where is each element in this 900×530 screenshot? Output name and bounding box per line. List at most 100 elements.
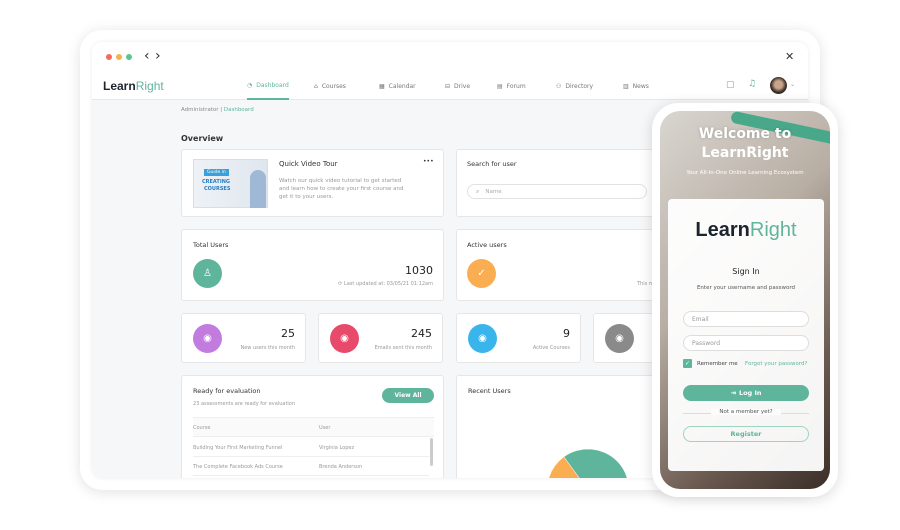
active-users-card: Active users ✓ This m (456, 229, 676, 301)
nav-label: Directory (565, 82, 594, 90)
breadcrumb-root[interactable]: Administrator (181, 107, 219, 113)
nav-drive[interactable]: ⊟ Drive (445, 72, 470, 100)
welcome-heading: Welcome to (698, 126, 792, 142)
page-title: Overview (181, 134, 224, 143)
breadcrumb-current: Dashboard (223, 107, 254, 113)
course-cell: The Complete Facebook Ads Course (193, 464, 283, 470)
breadcrumb: Administrator | Dashboard (181, 107, 254, 113)
card-title: Ready for evaluation (193, 387, 261, 395)
login-button[interactable]: ⇥ Log In (683, 385, 809, 401)
window-titlebar: ‹ › ✕ (92, 42, 808, 72)
logo-learn: Learn (695, 219, 750, 241)
avatar[interactable] (770, 77, 787, 94)
brand-logo[interactable]: LearnRight (103, 79, 164, 93)
maximize-dot[interactable] (126, 54, 132, 60)
minimize-dot[interactable] (116, 54, 122, 60)
directory-icon: ⚇ (556, 82, 562, 90)
not-member-text: Not a member yet? (711, 409, 781, 415)
course-cell: Building Your First Marketing Funnel (193, 445, 283, 451)
nav-directory[interactable]: ⚇ Directory (556, 72, 593, 100)
thumb-text: COURSES (204, 186, 231, 192)
column-course[interactable]: Course (193, 425, 210, 431)
thumb-text: CREATING (202, 179, 230, 185)
card-subtitle: 23 assessments are ready for evaluation (193, 401, 296, 407)
login-logo: LearnRight (668, 219, 824, 242)
forward-button[interactable]: › (155, 48, 161, 64)
stat-value: 9 (563, 327, 570, 340)
login-button-label: Log In (738, 389, 762, 397)
search-user-card: Search for user ⌕ Name (456, 149, 676, 217)
window-icon: ◉ (605, 324, 634, 353)
nav-forum[interactable]: ▤ Forum (497, 72, 526, 100)
remember-label: Remember me (697, 361, 738, 367)
chat-icon[interactable]: ▢ (726, 80, 735, 90)
last-updated: ⟳ Last updated at: 03/05/21 01:12am (338, 281, 433, 287)
table-row[interactable]: Building Your First Marketing Funnel Vir… (193, 438, 429, 457)
card-title: Total Users (193, 241, 229, 249)
forum-icon: ▤ (497, 82, 503, 90)
stat-card: ◉ 9 Active Courses (456, 313, 581, 363)
last-updated-text: Last updated at: 03/05/21 01:12am (343, 281, 433, 287)
search-input[interactable]: ⌕ Name (467, 184, 647, 199)
table-scrollbar[interactable] (430, 438, 433, 466)
login-icon: ⇥ (730, 389, 736, 397)
total-users-card: Total Users ♙ 1030 ⟳ Last updated at: 03… (181, 229, 444, 301)
nav-courses[interactable]: ⌂ Courses (314, 72, 346, 100)
bell-icon[interactable]: ♫ (748, 79, 756, 89)
stat-label: New users this month (240, 345, 295, 351)
user-cell: Brenda Anderson (319, 464, 363, 470)
chevron-down-icon[interactable]: ⌄ (790, 81, 795, 88)
refresh-icon[interactable]: ⟳ (338, 281, 342, 287)
nav-label: Courses (321, 82, 346, 90)
video-thumbnail[interactable]: Guide in CREATING COURSES (193, 159, 268, 208)
dashboard-icon: ◔ (247, 81, 253, 89)
login-screen: Welcome to LearnRight Your All-In-One On… (660, 111, 830, 489)
nav-calendar[interactable]: ▦ Calendar (379, 72, 416, 100)
pen-icon: ◉ (330, 324, 359, 353)
remember-checkbox[interactable]: ✓ (683, 359, 692, 368)
password-field[interactable]: Password (683, 335, 809, 351)
evaluation-card: Ready for evaluation 23 assessments are … (181, 375, 444, 478)
course-board-icon: ◉ (468, 324, 497, 353)
email-placeholder: Email (692, 315, 709, 323)
column-user[interactable]: User (319, 425, 330, 431)
sign-in-subtitle: Enter your username and password (696, 285, 796, 291)
drive-icon: ⊟ (445, 82, 451, 90)
close-dot[interactable] (106, 54, 112, 60)
search-title: Search for user (467, 160, 517, 168)
top-nav: LearnRight ◔ Dashboard ⌂ Courses ▦ Calendar ⊟ D… (92, 72, 808, 100)
nav-news[interactable]: ▥ News (623, 72, 649, 100)
more-options-button[interactable]: ••• (423, 158, 434, 165)
stat-card: ◉ 245 Emails sent this month (318, 313, 443, 363)
video-title: Quick Video Tour (279, 160, 338, 168)
nav-label: Calendar (388, 82, 416, 90)
email-field[interactable]: Email (683, 311, 809, 327)
total-users-value: 1030 (405, 264, 433, 277)
nav-label: Forum (506, 82, 526, 90)
user-cell: Virginia Lopez (319, 445, 355, 451)
check-circle-icon: ✓ (467, 259, 496, 288)
logo-right: Right (749, 219, 797, 241)
calendar-icon: ▦ (379, 82, 385, 90)
login-card: LearnRight Sign In Enter your username a… (668, 199, 824, 471)
table-row[interactable]: The Complete Facebook Ads Course Brenda … (193, 457, 429, 476)
close-button[interactable]: ✕ (785, 50, 794, 63)
nav-label: News (632, 82, 649, 90)
phone-frame: Welcome to LearnRight Your All-In-One On… (652, 103, 838, 497)
welcome-brand: LearnRight (701, 145, 789, 161)
forgot-password-link[interactable]: Forgot your password? (745, 361, 807, 367)
logo-learn: Learn (103, 79, 136, 93)
presenter-figure (250, 170, 266, 208)
user-add-icon: ◉ (193, 324, 222, 353)
search-placeholder: Name (485, 188, 502, 195)
view-all-button[interactable]: View All (382, 388, 434, 403)
search-icon: ⌕ (476, 187, 480, 195)
sign-in-title: Sign In (732, 267, 760, 276)
stat-label: Active Courses (532, 345, 570, 351)
stat-value: 245 (411, 327, 432, 340)
stat-label: Emails sent this month (374, 345, 432, 351)
nav-dashboard[interactable]: ◔ Dashboard (247, 72, 289, 100)
back-button[interactable]: ‹ (144, 48, 150, 64)
graduation-cap-icon: ⌂ (314, 82, 318, 90)
register-button[interactable]: Register (683, 426, 809, 442)
